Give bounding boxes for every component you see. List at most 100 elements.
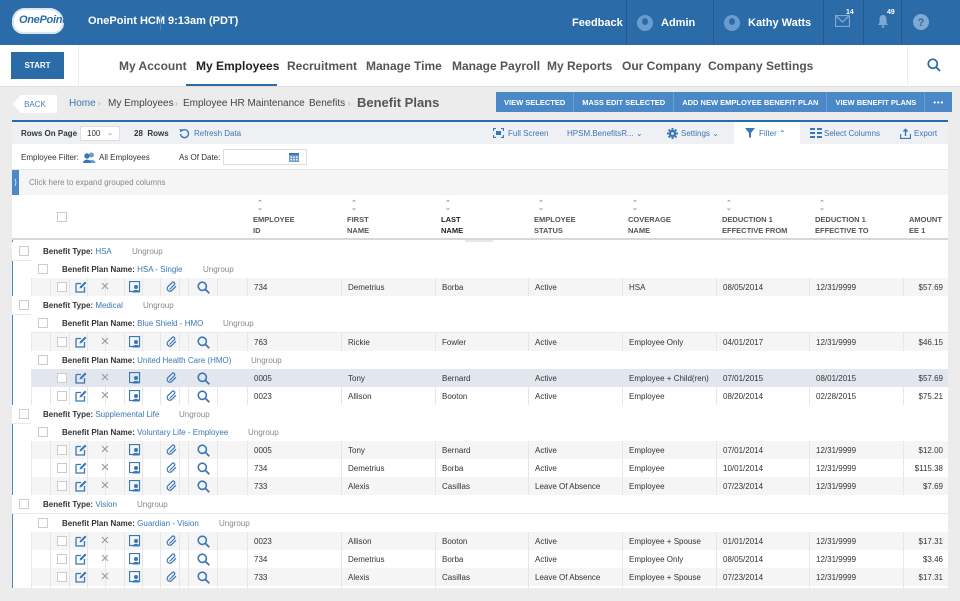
benefit-plan-group-row[interactable]: Benefit Plan Name: Blue Shield - HMO Ungr… bbox=[31, 314, 948, 334]
column-header-deduction-from[interactable]: ⌃ ⌄ DEDUCTION 1 EFFECTIVE FROM bbox=[722, 195, 800, 240]
employee-profile-icon[interactable] bbox=[128, 534, 141, 547]
row-checkbox[interactable] bbox=[57, 336, 67, 347]
row-checkbox[interactable] bbox=[57, 282, 67, 293]
as-of-date-input[interactable] bbox=[223, 149, 307, 165]
group-checkbox[interactable] bbox=[19, 246, 29, 256]
employee-profile-icon[interactable] bbox=[128, 389, 141, 402]
delete-icon[interactable] bbox=[100, 480, 112, 492]
row-checkbox[interactable] bbox=[57, 571, 67, 582]
table-row[interactable]: 734 Demetrius Borba Active HSA 08/05/2014 12/3… bbox=[31, 278, 948, 298]
view-details-icon[interactable] bbox=[197, 462, 210, 476]
table-row[interactable]: 763RickieFowlerActiveEmployee Only04/01/… bbox=[31, 332, 948, 352]
delete-icon[interactable] bbox=[100, 390, 112, 402]
export-button[interactable]: Export bbox=[900, 122, 937, 144]
help-button[interactable]: ? bbox=[901, 0, 960, 45]
benefit-type-group-row[interactable]: Benefit Type: Medical Ungroup bbox=[12, 296, 948, 316]
delete-icon[interactable] bbox=[100, 535, 112, 547]
employee-profile-icon[interactable] bbox=[128, 281, 141, 293]
notifications-button[interactable]: 49 bbox=[863, 0, 903, 45]
employee-filter-select[interactable]: All Employees bbox=[83, 144, 150, 170]
select-all-checkbox[interactable] bbox=[57, 212, 67, 222]
view-selected-button[interactable]: VIEW SELECTED bbox=[496, 92, 575, 112]
breadcrumb-home[interactable]: Home bbox=[69, 98, 96, 109]
group-value[interactable]: Vision bbox=[95, 500, 117, 509]
expand-grouped-columns-toggle[interactable]: ⟩ bbox=[12, 170, 19, 195]
attachment-icon[interactable] bbox=[166, 372, 178, 384]
group-checkbox[interactable] bbox=[19, 300, 29, 311]
row-checkbox[interactable] bbox=[57, 372, 67, 383]
calendar-icon[interactable] bbox=[289, 152, 299, 162]
breadcrumb-benefits[interactable]: Benefits bbox=[309, 98, 345, 109]
edit-icon[interactable] bbox=[75, 372, 87, 384]
filter-button[interactable]: Filter ⌃ bbox=[745, 122, 786, 144]
view-select[interactable]: HPSM.BenefitsR... ⌄ bbox=[567, 122, 643, 144]
messages-button[interactable]: 14 bbox=[823, 0, 863, 45]
employee-profile-icon[interactable] bbox=[128, 462, 141, 474]
view-details-icon[interactable] bbox=[197, 281, 210, 295]
employee-profile-icon[interactable] bbox=[128, 443, 141, 456]
group-checkbox[interactable] bbox=[38, 318, 48, 329]
delete-icon[interactable] bbox=[100, 571, 112, 583]
edit-icon[interactable] bbox=[75, 390, 87, 402]
ungroup-link[interactable]: Ungroup bbox=[223, 319, 254, 328]
group-value[interactable]: HSA bbox=[95, 247, 111, 256]
employee-profile-icon[interactable] bbox=[128, 552, 141, 565]
delete-icon[interactable] bbox=[100, 372, 112, 384]
nav-manage-time[interactable]: Manage Time bbox=[366, 59, 442, 73]
group-value[interactable]: Supplemental Life bbox=[95, 410, 159, 419]
column-header-deduction-to[interactable]: ⌃ ⌄ DEDUCTION 1 EFFECTIVE TO bbox=[815, 195, 885, 240]
table-row[interactable]: 733 Alexis Casillas Leave Of Absence Employe… bbox=[31, 567, 948, 587]
nav-manage-payroll[interactable]: Manage Payroll bbox=[452, 59, 540, 73]
group-value[interactable]: Medical bbox=[95, 301, 123, 310]
delete-icon[interactable] bbox=[100, 462, 112, 474]
ungroup-link[interactable]: Ungroup bbox=[251, 356, 282, 365]
table-row[interactable]: 734 Demetrius Borba Active Employee Only 08/0… bbox=[31, 549, 948, 569]
benefit-plan-group-row[interactable]: Benefit Plan Name: United Health Care (H… bbox=[31, 350, 948, 370]
view-details-icon[interactable] bbox=[197, 534, 210, 548]
view-details-icon[interactable] bbox=[197, 335, 210, 349]
table-row[interactable]: 0023 Allison Booton Active Employee 08/20/201… bbox=[31, 386, 948, 406]
table-row[interactable]: 0023 Allison Booton Active Employee + Spouse… bbox=[31, 531, 948, 551]
view-details-icon[interactable] bbox=[197, 390, 210, 403]
row-checkbox[interactable] bbox=[57, 445, 67, 456]
edit-icon[interactable] bbox=[75, 336, 87, 348]
attachment-icon[interactable] bbox=[166, 462, 178, 474]
onepoint-logo[interactable]: OnePoint bbox=[12, 8, 66, 34]
table-row[interactable]: 763RickieFowlerActiveEmployee Only04/01/… bbox=[31, 585, 948, 588]
group-checkbox[interactable] bbox=[38, 354, 48, 365]
add-new-benefit-plan-button[interactable]: ADD NEW EMPLOYEE BENEFIT PLAN bbox=[674, 92, 828, 112]
group-value[interactable]: Voluntary Life - Employee bbox=[137, 428, 228, 437]
user-menu[interactable]: Kathy Watts bbox=[713, 0, 823, 45]
employee-profile-icon[interactable] bbox=[128, 335, 141, 348]
table-row[interactable]: 0005 Tony Bernard Active Employee 07/01/2014 1… bbox=[31, 441, 948, 461]
view-details-icon[interactable] bbox=[197, 444, 210, 458]
attachment-icon[interactable] bbox=[166, 390, 178, 402]
employee-profile-icon[interactable] bbox=[128, 480, 141, 492]
attachment-icon[interactable] bbox=[166, 571, 178, 583]
attachment-icon[interactable] bbox=[166, 553, 178, 565]
row-checkbox[interactable] bbox=[57, 535, 67, 546]
ungroup-link[interactable]: Ungroup bbox=[132, 247, 163, 256]
feedback-button[interactable]: Feedback bbox=[562, 0, 626, 45]
column-header-amount-ee1[interactable]: AMOUNT EE 1 bbox=[909, 195, 947, 240]
attachment-icon[interactable] bbox=[166, 444, 178, 456]
delete-icon[interactable] bbox=[100, 336, 112, 348]
group-checkbox[interactable] bbox=[19, 499, 29, 510]
ungroup-link[interactable]: Ungroup bbox=[248, 428, 279, 437]
group-value[interactable]: Guardian - Vision bbox=[137, 519, 199, 528]
edit-icon[interactable] bbox=[75, 480, 87, 492]
benefit-plan-group-row[interactable]: Benefit Plan Name: Voluntary Life - Empl… bbox=[31, 423, 948, 442]
edit-icon[interactable] bbox=[75, 553, 87, 565]
ungroup-link[interactable]: Ungroup bbox=[143, 301, 174, 310]
settings-button[interactable]: Settings ⌄ bbox=[667, 122, 719, 144]
view-details-icon[interactable] bbox=[197, 571, 210, 584]
group-value[interactable]: United Health Care (HMO) bbox=[137, 356, 231, 365]
back-button[interactable]: BACK bbox=[13, 95, 57, 113]
group-value[interactable]: HSA - Single bbox=[137, 265, 182, 274]
nav-my-reports[interactable]: My Reports bbox=[547, 59, 612, 73]
mass-edit-selected-button[interactable]: MASS EDIT SELECTED bbox=[574, 92, 675, 112]
breadcrumb-hr-maintenance[interactable]: Employee HR Maintenance bbox=[183, 98, 305, 109]
benefit-type-group-row[interactable]: Benefit Type: HSA Ungroup bbox=[12, 242, 948, 261]
search-icon[interactable] bbox=[927, 58, 941, 72]
employee-profile-icon[interactable] bbox=[128, 371, 141, 384]
